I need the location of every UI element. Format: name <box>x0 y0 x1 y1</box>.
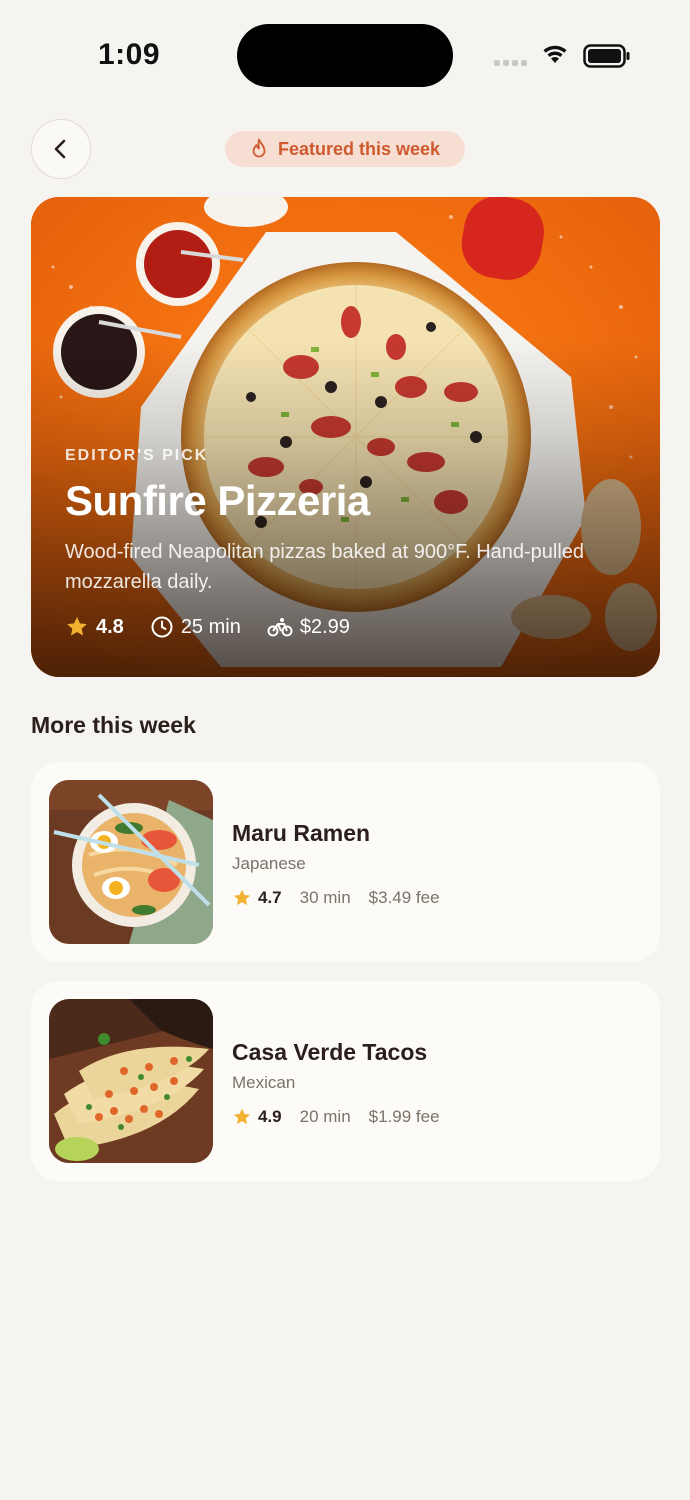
restaurant-cuisine: Japanese <box>232 854 306 873</box>
restaurant-time: 30 min <box>299 888 351 907</box>
featured-badge: Featured this week <box>225 131 465 167</box>
hero-rating: 4.8 <box>96 615 124 638</box>
dynamic-island <box>237 24 453 87</box>
bike-icon <box>267 618 293 637</box>
flame-icon <box>252 138 266 158</box>
star-icon <box>67 617 87 636</box>
wifi-icon <box>543 45 567 63</box>
restaurant-name: Maru Ramen <box>232 820 371 846</box>
restaurant-fee: $3.49 fee <box>368 888 440 907</box>
ramen-image <box>49 780 213 944</box>
restaurant-name: Casa Verde Tacos <box>232 1039 428 1065</box>
restaurant-card[interactable]: Casa Verde Tacos Mexican 4.9 20 min $1.9… <box>31 981 660 1181</box>
restaurant-time: 20 min <box>299 1107 351 1126</box>
battery-icon <box>583 44 630 68</box>
hero-description: Wood-fired Neapolitan pizzas baked at 90… <box>65 541 585 593</box>
restaurant-rating: 4.7 <box>258 888 282 907</box>
star-icon <box>233 889 251 906</box>
hero-delivery-time: 25 min <box>180 615 241 638</box>
hero-meta: 4.8 25 min $2.99 <box>65 615 376 639</box>
status-time: 1:09 <box>98 38 161 71</box>
star-icon <box>233 1108 251 1125</box>
signal-icon <box>494 60 527 66</box>
section-title: More this week <box>31 712 196 738</box>
status-bar: 1:09 <box>0 0 690 100</box>
back-button[interactable] <box>31 119 91 179</box>
back-chevron-icon <box>54 139 66 159</box>
restaurant-meta: 4.9 20 min $1.99 fee <box>232 1107 440 1127</box>
restaurant-card[interactable]: Maru Ramen Japanese 4.7 30 min $3.49 fee <box>31 762 660 962</box>
featured-label: Featured this week <box>277 138 441 159</box>
hero-delivery-fee: $2.99 <box>299 615 350 638</box>
tacos-image <box>49 999 213 1163</box>
restaurant-meta: 4.7 30 min $3.49 fee <box>232 888 440 908</box>
restaurant-cuisine: Mexican <box>232 1073 296 1092</box>
clock-icon <box>151 616 173 638</box>
hero-title: Sunfire Pizzeria <box>65 477 370 524</box>
restaurant-rating: 4.9 <box>258 1107 282 1126</box>
hero-eyebrow: EDITOR'S PICK <box>65 447 209 464</box>
featured-restaurant-card[interactable]: EDITOR'S PICK Sunfire Pizzeria Wood-fire… <box>31 197 660 677</box>
restaurant-fee: $1.99 fee <box>368 1107 440 1126</box>
